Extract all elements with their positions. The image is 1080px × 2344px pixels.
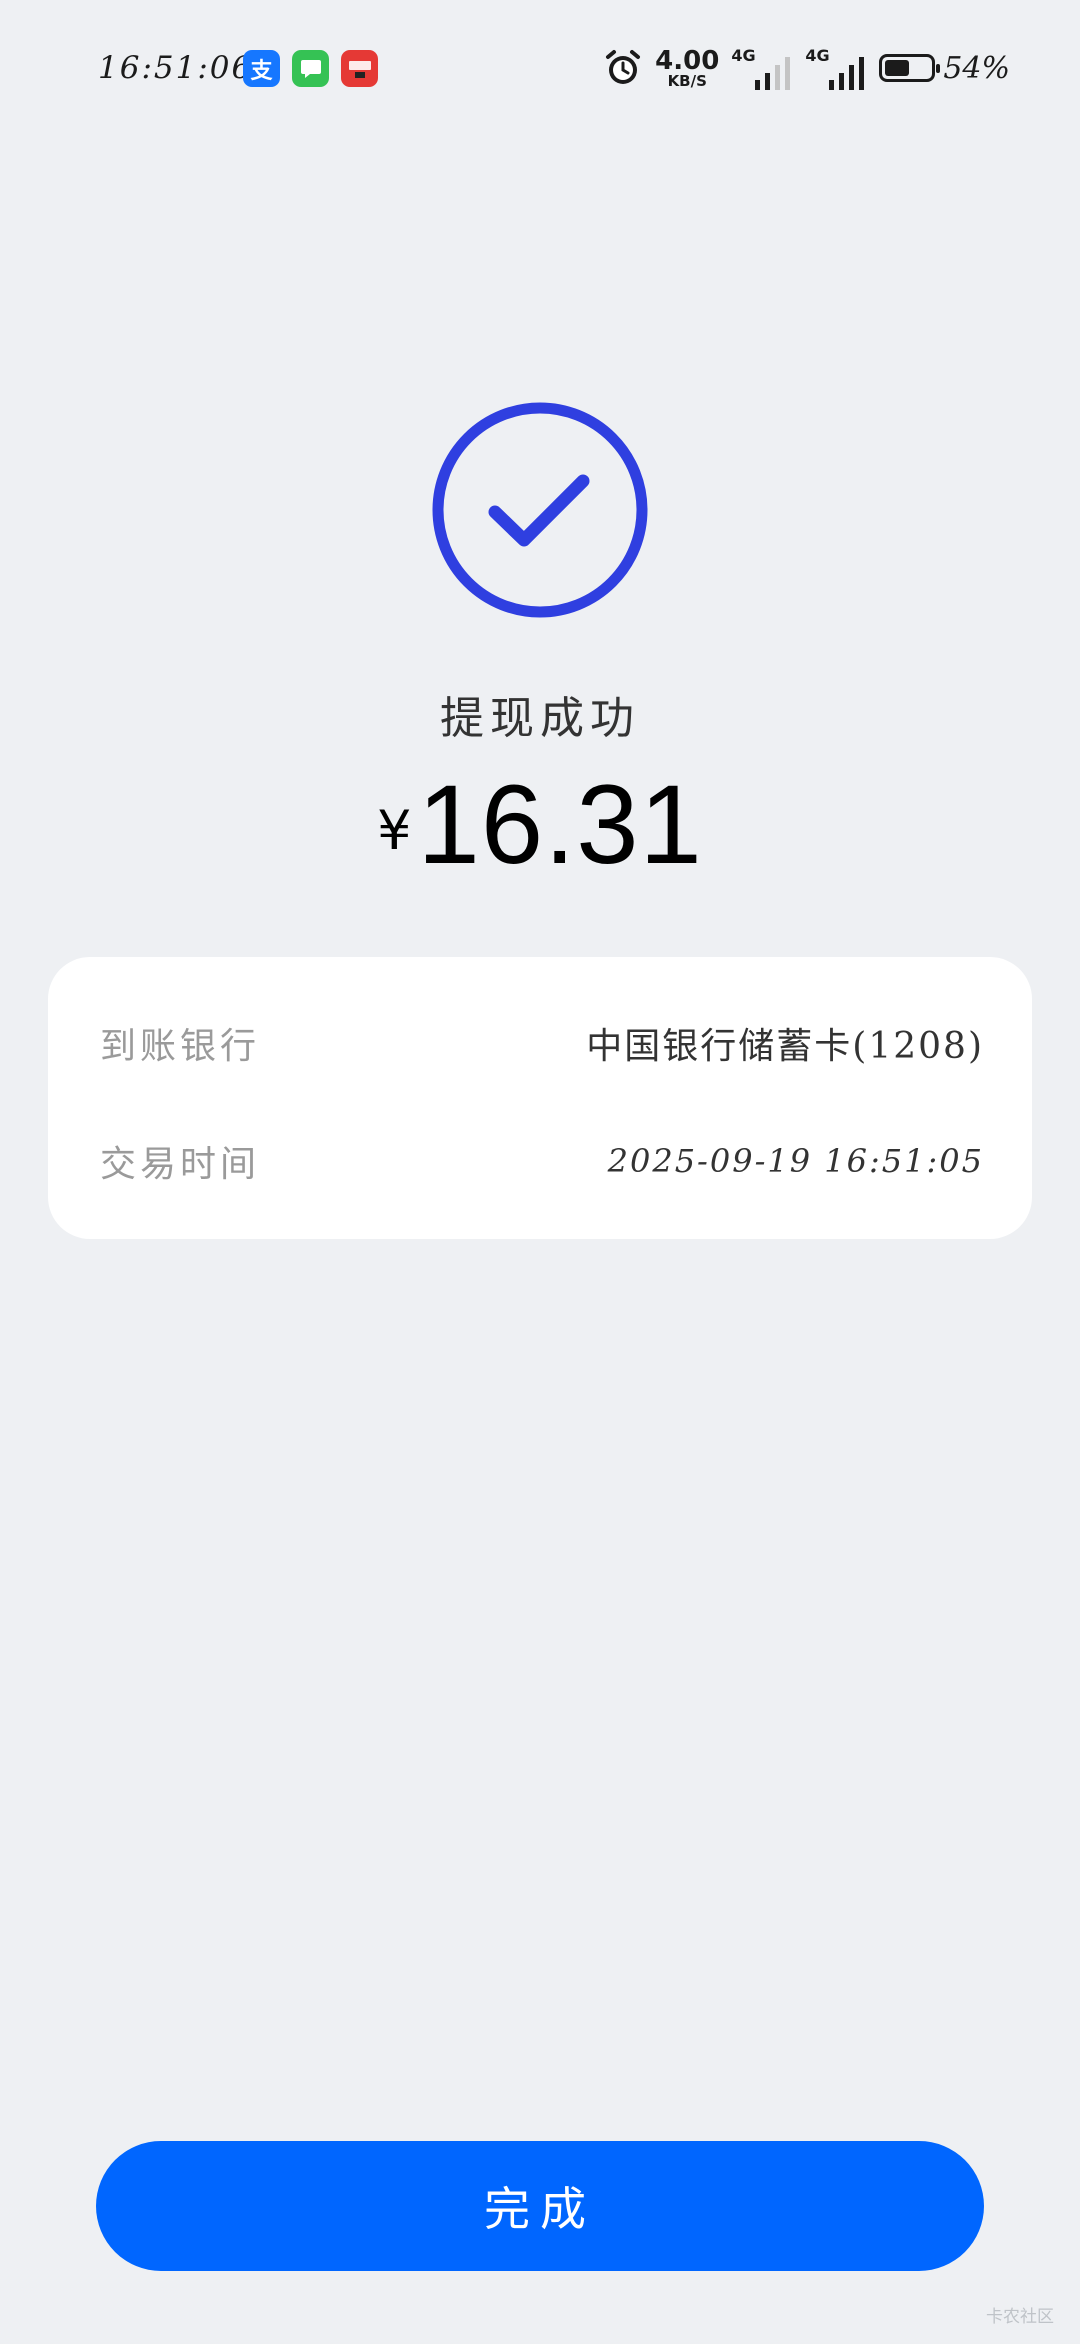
network-speed: 4.00 KB/S xyxy=(655,48,719,89)
alarm-icon xyxy=(606,50,641,84)
withdraw-amount: ¥16.31 xyxy=(0,760,1080,889)
battery-icon xyxy=(879,54,941,82)
bank-row: 到账银行 中国银行储蓄卡(1208) xyxy=(100,1017,984,1069)
sim2-signal: 4G xyxy=(805,46,867,90)
battery-fill xyxy=(885,60,910,76)
status-indicators: 4.00 KB/S 4G 4G 54% xyxy=(603,46,1010,90)
network-speed-unit: KB/S xyxy=(667,71,707,90)
status-time: 16:51:06 xyxy=(98,50,254,86)
time-value: 2025-09-19 16:51:05 xyxy=(607,1142,984,1180)
time-label: 交易时间 xyxy=(100,1144,261,1185)
success-check-icon xyxy=(432,402,648,618)
sim2-network-type: 4G xyxy=(805,46,830,65)
battery-percent: 54% xyxy=(943,50,1010,86)
done-button[interactable]: 完成 xyxy=(96,2141,984,2271)
wallet-icon xyxy=(341,50,378,87)
network-speed-value: 4.00 xyxy=(655,45,720,76)
bank-label: 到账银行 xyxy=(100,1026,261,1067)
notification-icons: 支 xyxy=(243,50,378,87)
battery-indicator: 54% xyxy=(879,51,1010,86)
sim1-signal: 4G xyxy=(731,46,793,90)
sim1-network-type: 4G xyxy=(731,46,756,65)
watermark: 卡农社区 xyxy=(986,2307,1054,2327)
status-bar: 16:51:06 支 4.00 KB/S 4G 4G 54% xyxy=(0,0,1080,140)
signal-bars-icon xyxy=(755,57,791,90)
alipay-icon: 支 xyxy=(243,50,280,87)
time-row: 交易时间 2025-09-19 16:51:05 xyxy=(100,1135,984,1187)
messages-icon xyxy=(292,50,329,87)
amount-value: 16.31 xyxy=(417,762,703,887)
signal-bars-icon xyxy=(829,57,865,90)
currency-symbol: ¥ xyxy=(377,799,412,862)
transaction-detail-card: 到账银行 中国银行储蓄卡(1208) 交易时间 2025-09-19 16:51… xyxy=(48,957,1032,1239)
success-title: 提现成功 xyxy=(440,693,640,744)
bank-value: 中国银行储蓄卡(1208) xyxy=(586,1026,984,1067)
